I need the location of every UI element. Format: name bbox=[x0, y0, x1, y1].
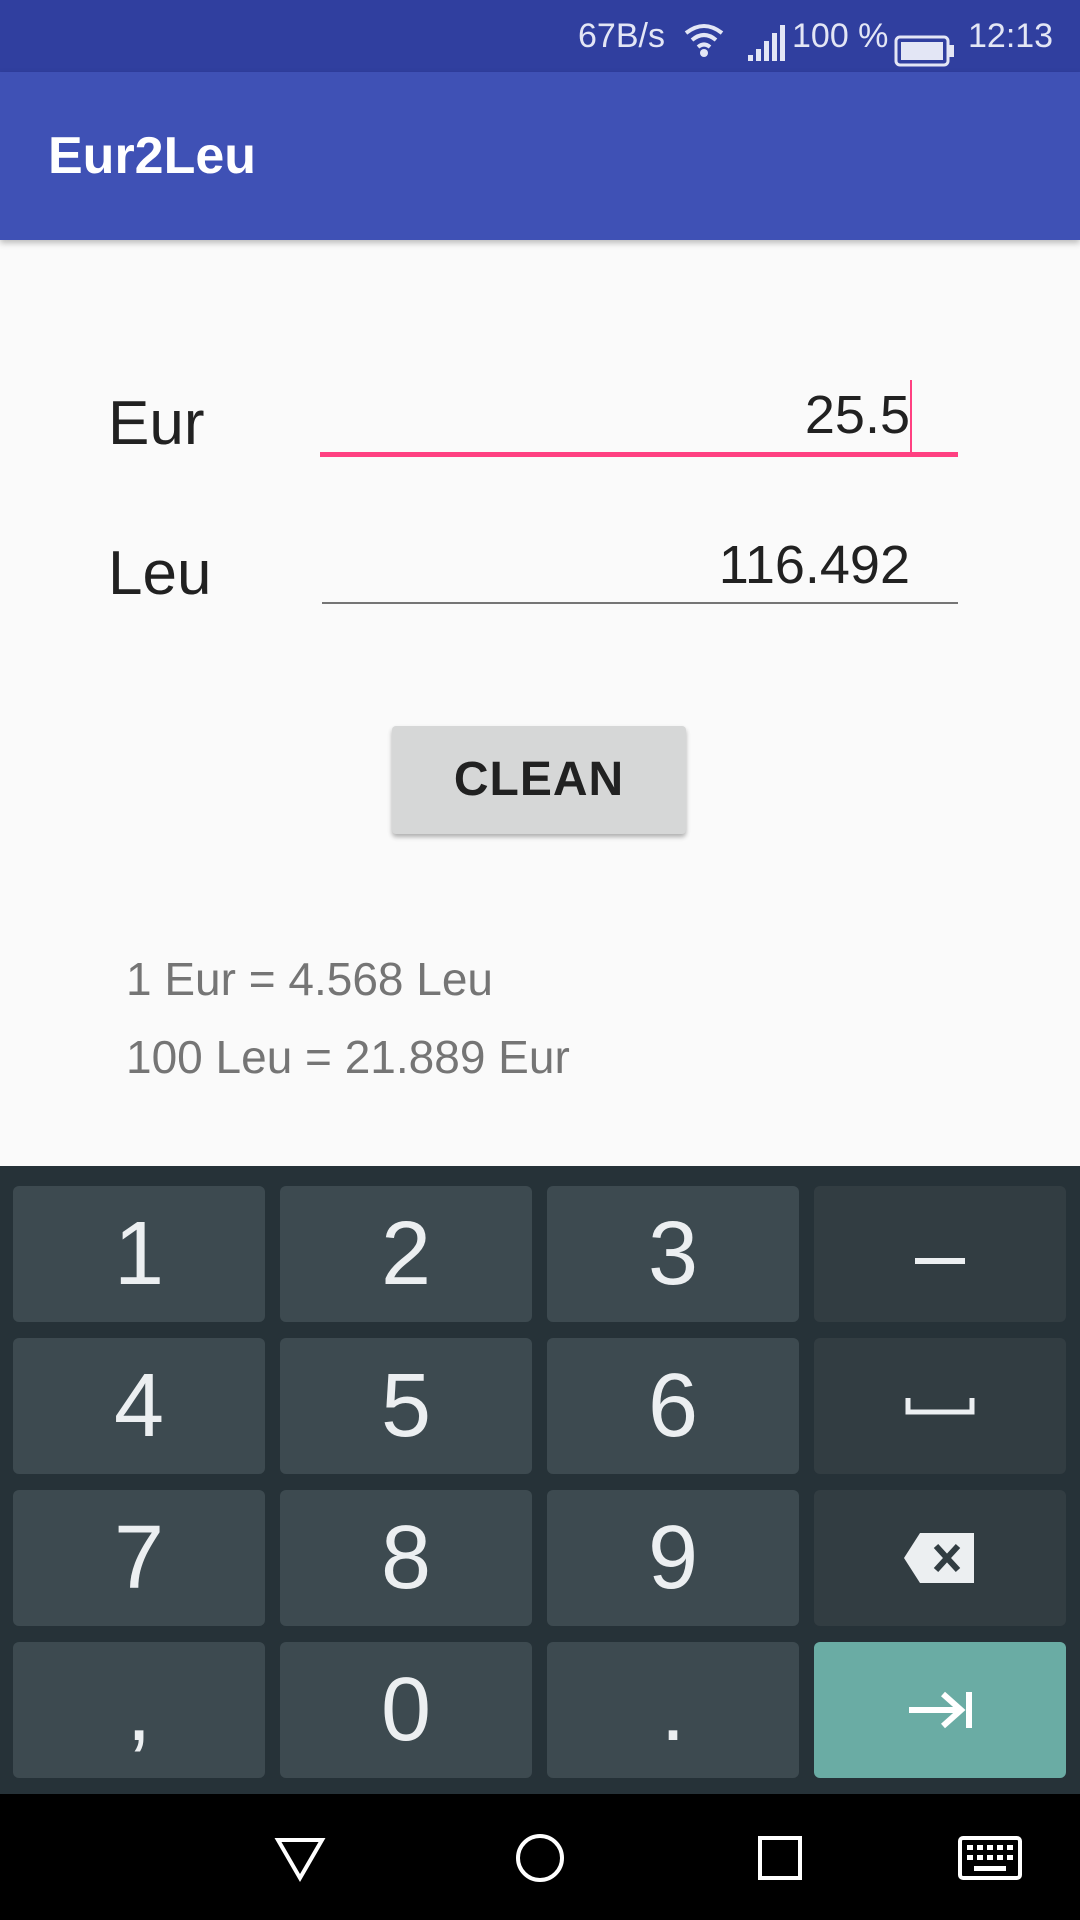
rate-eur-to-leu: 1 Eur = 4.568 Leu bbox=[126, 953, 494, 1005]
key-5[interactable]: 5 bbox=[280, 1338, 532, 1474]
key-1[interactable]: 1 bbox=[13, 1186, 265, 1322]
app-bar: Eur2Leu bbox=[0, 72, 1080, 240]
wifi-icon bbox=[682, 14, 726, 58]
clock: 12:13 bbox=[968, 17, 1054, 55]
signal-icon bbox=[746, 16, 786, 61]
key-next[interactable] bbox=[814, 1642, 1066, 1778]
home-button[interactable] bbox=[504, 1822, 576, 1894]
key-minus[interactable]: – bbox=[814, 1186, 1066, 1322]
network-speed: 67B/s bbox=[578, 17, 665, 55]
key-space[interactable] bbox=[814, 1338, 1066, 1474]
key-backspace[interactable] bbox=[814, 1490, 1066, 1626]
key-3[interactable]: 3 bbox=[547, 1186, 799, 1322]
numeric-keyboard: 1 2 3 – 4 5 6 7 8 9 , 0 . bbox=[0, 1166, 1080, 1794]
rate-leu-to-eur: 100 Leu = 21.889 Eur bbox=[126, 1031, 570, 1083]
text-cursor bbox=[910, 380, 912, 452]
backspace-icon bbox=[904, 1533, 974, 1583]
status-bar: 67B/s 100 % 12:13 bbox=[0, 0, 1080, 72]
recents-icon bbox=[758, 1836, 802, 1880]
eur-value: 25.5 bbox=[804, 385, 910, 445]
leu-label: Leu bbox=[108, 539, 212, 608]
key-0[interactable]: 0 bbox=[280, 1642, 532, 1778]
key-9[interactable]: 9 bbox=[547, 1490, 799, 1626]
next-tab-icon bbox=[909, 1691, 972, 1729]
back-icon bbox=[274, 1838, 326, 1882]
key-7[interactable]: 7 bbox=[13, 1490, 265, 1626]
key-2[interactable]: 2 bbox=[280, 1186, 532, 1322]
clean-button[interactable]: CLEAN bbox=[392, 726, 686, 834]
leu-value: 116.492 bbox=[718, 535, 910, 595]
eur-label: Eur bbox=[108, 389, 205, 458]
battery-icon bbox=[894, 20, 956, 67]
home-icon bbox=[516, 1834, 564, 1882]
back-button[interactable] bbox=[264, 1822, 336, 1894]
app-title: Eur2Leu bbox=[48, 127, 257, 185]
key-8[interactable]: 8 bbox=[280, 1490, 532, 1626]
space-icon bbox=[905, 1398, 975, 1415]
battery-percent: 100 % bbox=[792, 17, 889, 55]
navigation-bar bbox=[0, 1794, 1080, 1920]
leu-input[interactable]: 116.492 bbox=[322, 526, 958, 604]
key-6[interactable]: 6 bbox=[547, 1338, 799, 1474]
key-comma[interactable]: , bbox=[13, 1642, 265, 1778]
eur-input[interactable]: 25.5 bbox=[320, 376, 958, 457]
key-4[interactable]: 4 bbox=[13, 1338, 265, 1474]
key-period[interactable]: . bbox=[547, 1642, 799, 1778]
keyboard-switch-button[interactable] bbox=[954, 1822, 1026, 1894]
keyboard-icon bbox=[958, 1836, 1022, 1880]
recents-button[interactable] bbox=[744, 1822, 816, 1894]
